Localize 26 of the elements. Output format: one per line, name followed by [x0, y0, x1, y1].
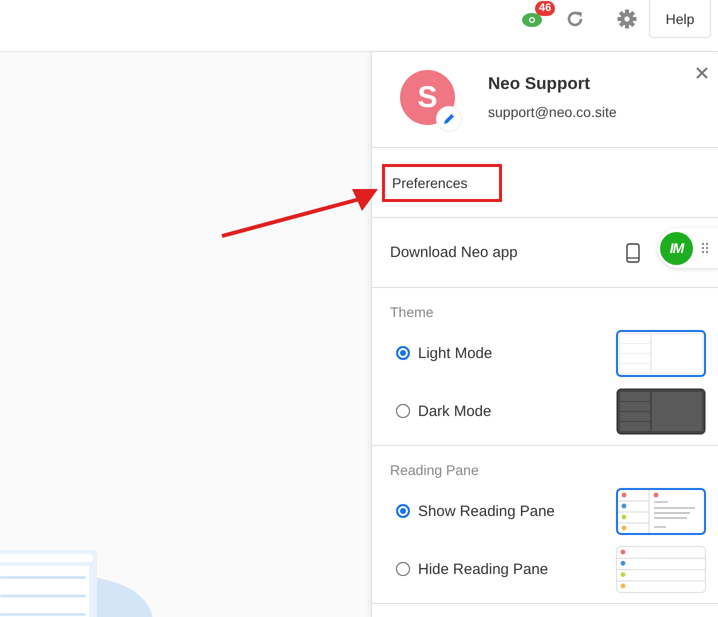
radio-button[interactable] [396, 504, 410, 518]
help-button[interactable]: Help [649, 0, 711, 38]
user-email: support@neo.co.site [488, 104, 617, 120]
drag-handle-icon[interactable] [702, 243, 708, 253]
reading-pane-preview[interactable] [616, 488, 706, 534]
refresh-icon[interactable] [565, 9, 585, 29]
radio-option[interactable]: Dark Mode [396, 402, 616, 420]
chat-logo: IM [660, 232, 693, 264]
light-theme-preview[interactable] [616, 330, 706, 376]
phone-icon[interactable] [626, 242, 640, 262]
settings-icon[interactable] [617, 9, 637, 29]
dark-theme-preview[interactable] [616, 388, 706, 434]
user-name: Neo Support [488, 74, 591, 94]
notification-badge: 46 [535, 1, 556, 16]
download-app-link[interactable]: Download Neo app [390, 244, 626, 261]
section-title: Theme [390, 304, 435, 321]
close-icon[interactable] [696, 67, 708, 79]
edit-icon[interactable] [436, 106, 462, 132]
radio-option[interactable]: Show Reading Pane [396, 502, 616, 520]
radio-option[interactable]: Light Mode [396, 344, 616, 362]
radio-option[interactable]: Hide Reading Pane [396, 560, 616, 578]
radio-button[interactable] [396, 346, 410, 360]
radio-button[interactable] [396, 404, 410, 418]
section-title: Reading Pane [390, 462, 480, 479]
radio-button[interactable] [396, 562, 410, 576]
preferences-link[interactable]: Preferences [382, 164, 502, 202]
